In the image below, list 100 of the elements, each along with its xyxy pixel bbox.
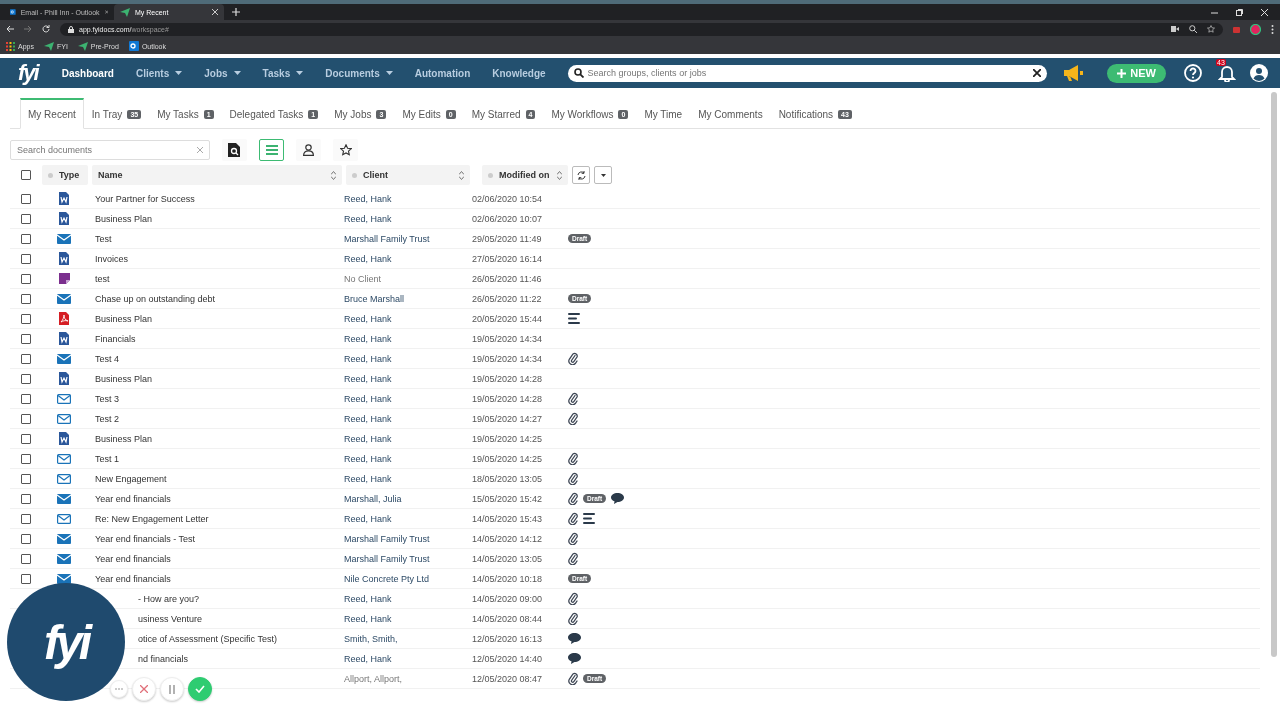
client-name[interactable]: Marshall, Julia	[344, 493, 402, 504]
new-tab-icon[interactable]	[232, 8, 240, 16]
help-icon[interactable]	[1184, 64, 1202, 82]
close-icon[interactable]	[1261, 8, 1268, 16]
checkbox[interactable]	[21, 233, 31, 244]
document-name[interactable]: Invoices	[95, 253, 129, 264]
client-name[interactable]: Reed, Hank	[344, 413, 392, 424]
document-name[interactable]: Business Plan	[95, 433, 153, 444]
client-name[interactable]: Reed, Hank	[344, 193, 392, 204]
client-name[interactable]: Reed, Hank	[344, 373, 392, 384]
client-name[interactable]: Reed, Hank	[344, 393, 392, 404]
client-name[interactable]: Reed, Hank	[344, 253, 392, 264]
client-name[interactable]: Reed, Hank	[344, 593, 392, 604]
nav-item[interactable]: Jobs	[204, 67, 241, 79]
document-name[interactable]: otice of Assessment (Specific Test)	[138, 633, 277, 644]
preview-document-button[interactable]	[222, 139, 247, 161]
document-name[interactable]: Year end financials	[95, 493, 171, 504]
checkbox[interactable]	[21, 493, 31, 504]
checkbox[interactable]	[21, 353, 31, 364]
document-name[interactable]: Chase up on outstanding debt	[95, 293, 216, 304]
client-name[interactable]: Marshall Family Trust	[344, 533, 430, 544]
document-name[interactable]: Year end financials	[95, 573, 171, 584]
column-header[interactable]: Name	[92, 165, 342, 185]
document-name[interactable]: New Engagement	[95, 473, 167, 484]
client-name[interactable]: Reed, Hank	[344, 453, 392, 464]
document-name[interactable]: - How are you?	[138, 593, 200, 604]
checkbox[interactable]	[21, 413, 31, 424]
client-name[interactable]: Marshall Family Trust	[344, 233, 430, 244]
document-name[interactable]: Re: New Engagement Letter	[95, 513, 209, 524]
checkbox[interactable]	[21, 533, 31, 544]
search-field[interactable]: Search groups, clients or jobs	[567, 64, 1048, 82]
client-name[interactable]: Reed, Hank	[344, 613, 392, 624]
app-logo[interactable]: fyi	[18, 60, 38, 86]
client-name[interactable]: Reed, Hank	[344, 213, 392, 224]
nav-item[interactable]: Dashboard	[61, 67, 114, 79]
client-name[interactable]: Nile Concrete Pty Ltd	[344, 573, 430, 584]
checkbox[interactable]	[21, 333, 31, 344]
column-header[interactable]: Type	[42, 165, 88, 185]
client-name[interactable]: Reed, Hank	[344, 353, 392, 364]
checkbox[interactable]	[21, 213, 31, 224]
close-icon[interactable]	[212, 9, 218, 15]
document-name[interactable]: Business Plan	[95, 213, 153, 224]
checkbox[interactable]	[21, 193, 31, 204]
nav-item[interactable]: Documents	[325, 67, 393, 79]
checkbox[interactable]	[21, 453, 31, 464]
client-name[interactable]: Reed, Hank	[344, 513, 392, 524]
client-name[interactable]: Reed, Hank	[344, 473, 392, 484]
user-avatar-icon[interactable]	[1250, 64, 1268, 82]
nav-item[interactable]: Automation	[414, 67, 471, 79]
checkbox[interactable]	[21, 573, 31, 584]
document-name[interactable]: Test 1	[95, 453, 119, 464]
scrollbar[interactable]	[1271, 92, 1277, 657]
checkbox[interactable]	[21, 393, 31, 404]
menu-icon[interactable]	[1271, 24, 1274, 34]
clear-icon[interactable]	[1033, 69, 1042, 77]
document-name[interactable]: Year end financials - Test	[95, 533, 196, 544]
checkbox[interactable]	[21, 433, 31, 444]
client-name[interactable]: Reed, Hank	[344, 313, 392, 324]
column-header[interactable]: Client	[346, 165, 470, 185]
document-name[interactable]: test	[95, 273, 110, 284]
tab[interactable]: My Time	[636, 98, 691, 129]
checkbox[interactable]	[21, 293, 31, 304]
nav-item[interactable]: Clients	[135, 67, 183, 79]
megaphone-icon[interactable]	[1063, 65, 1084, 81]
client-name[interactable]: Smith, Smith,	[344, 633, 398, 644]
camera-icon[interactable]	[1171, 26, 1179, 32]
document-name[interactable]: Test 4	[95, 353, 119, 364]
refresh-button[interactable]	[572, 166, 590, 184]
reload-icon[interactable]	[42, 25, 50, 33]
document-name[interactable]: Test 2	[95, 413, 119, 424]
document-name[interactable]: Financials	[95, 333, 136, 344]
sort-icon[interactable]	[459, 170, 464, 180]
checkbox[interactable]	[21, 170, 31, 180]
profile-avatar-icon[interactable]	[1250, 23, 1261, 35]
back-icon[interactable]	[6, 25, 14, 33]
client-name[interactable]: Marshall Family Trust	[344, 553, 430, 564]
sort-icon[interactable]	[557, 170, 562, 180]
checkbox[interactable]	[21, 373, 31, 384]
zoom-icon[interactable]	[1189, 25, 1197, 33]
tab[interactable]: My Comments	[690, 98, 771, 129]
star-button[interactable]	[333, 139, 358, 161]
document-name[interactable]: usiness Venture	[138, 613, 203, 624]
document-name[interactable]: Year end financials	[95, 553, 171, 564]
document-name[interactable]: Business Plan	[95, 373, 153, 384]
checkbox[interactable]	[21, 273, 31, 284]
client-name[interactable]: Reed, Hank	[344, 433, 392, 444]
document-name[interactable]: Test	[95, 233, 112, 244]
restore-icon[interactable]	[1236, 8, 1243, 16]
document-name[interactable]: Your Partner for Success	[95, 193, 195, 204]
client-name[interactable]: Reed, Hank	[344, 653, 392, 664]
cancel-button[interactable]	[132, 677, 156, 701]
checkbox[interactable]	[21, 253, 31, 264]
checkbox[interactable]	[21, 553, 31, 564]
dropdown-button[interactable]	[594, 166, 612, 184]
sort-icon[interactable]	[331, 170, 336, 180]
document-name[interactable]: nd financials	[138, 653, 189, 664]
checkbox[interactable]	[21, 313, 31, 324]
checkbox[interactable]	[21, 473, 31, 484]
document-name[interactable]: Test 3	[95, 393, 119, 404]
forward-icon[interactable]	[24, 25, 32, 33]
